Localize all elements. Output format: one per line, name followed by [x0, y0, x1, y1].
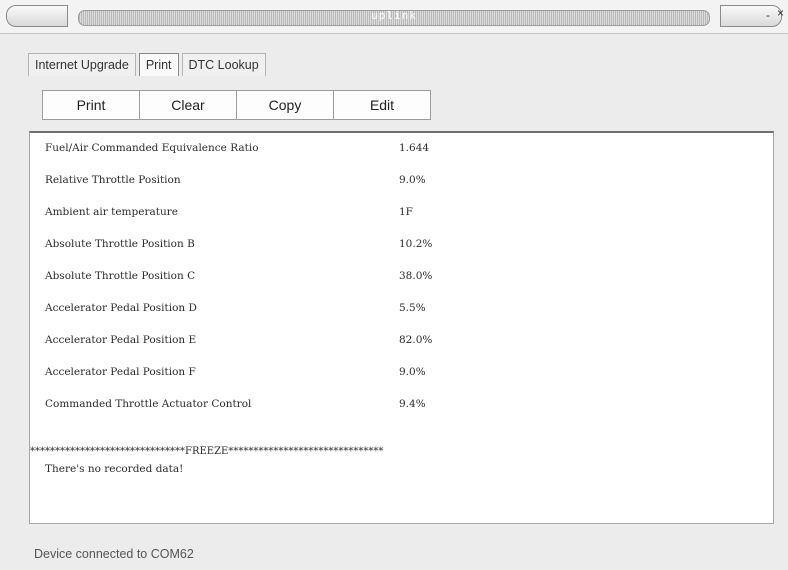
item-name: Fuel/Air Commanded Equivalence Ratio	[45, 142, 259, 154]
window-controls	[720, 5, 782, 27]
item-name: Commanded Throttle Actuator Control	[45, 398, 252, 410]
edit-button[interactable]: Edit	[333, 90, 431, 120]
item-name: Accelerator Pedal Position D	[45, 302, 197, 314]
item-value: 5.5%	[399, 302, 426, 314]
item-value: 82.0%	[399, 334, 433, 346]
print-button[interactable]: Print	[42, 90, 140, 120]
item-value: 9.0%	[399, 174, 426, 186]
item-name: Relative Throttle Position	[45, 174, 181, 186]
item-name: Absolute Throttle Position B	[45, 238, 195, 250]
minimize-icon[interactable]: -	[766, 8, 770, 22]
tab-bar: Internet Upgrade Print DTC Lookup	[28, 53, 269, 77]
item-name: Accelerator Pedal Position F	[45, 366, 196, 378]
no-data-message: There's no recorded data!	[45, 463, 184, 475]
clear-button[interactable]: Clear	[139, 90, 237, 120]
freeze-header: *******************************FREEZE***…	[30, 446, 384, 457]
close-icon[interactable]: ×	[777, 6, 784, 20]
item-value: 9.0%	[399, 366, 426, 378]
tab-dtc-lookup[interactable]: DTC Lookup	[181, 53, 266, 76]
item-name: Accelerator Pedal Position E	[45, 334, 197, 346]
copy-button[interactable]: Copy	[236, 90, 334, 120]
tab-internet-upgrade[interactable]: Internet Upgrade	[28, 53, 136, 76]
item-value: 9.4%	[399, 398, 426, 410]
item-name: Ambient air temperature	[45, 206, 178, 218]
tab-print[interactable]: Print	[138, 53, 179, 76]
title-bar[interactable]: uplink - ×	[0, 0, 788, 34]
window-title: uplink	[371, 9, 417, 22]
item-value: 38.0%	[399, 270, 433, 282]
item-value: 1F	[399, 206, 413, 218]
action-toolbar: Print Clear Copy Edit	[42, 90, 431, 120]
print-output-panel[interactable]: Fuel/Air Commanded Equivalence Ratio 1.6…	[29, 131, 774, 524]
item-value: 1.644	[399, 142, 430, 154]
status-bar-text: Device connected to COM62	[34, 547, 194, 561]
item-value: 10.2%	[399, 238, 433, 250]
item-name: Absolute Throttle Position C	[45, 270, 196, 282]
